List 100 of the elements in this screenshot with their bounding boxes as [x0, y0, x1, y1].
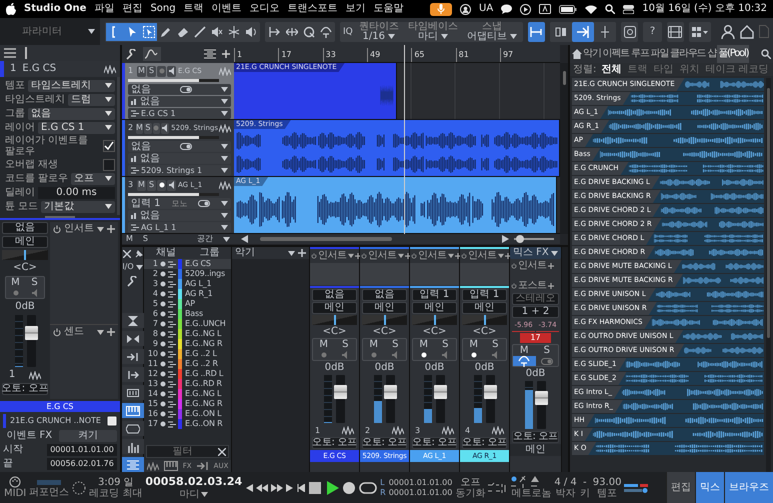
channel-dropdown[interactable]: 없음: [128, 153, 231, 164]
menu-item[interactable]: 도움말: [374, 3, 404, 15]
timebase-dropdown[interactable]: 타임베이스 마디: [404, 22, 461, 42]
browser-tab[interactable]: 풀(Pool): [717, 45, 750, 63]
solo-button[interactable]: S: [147, 66, 156, 76]
channel-row[interactable]: 13 E.G..RD R: [144, 379, 231, 389]
output-selector[interactable]: 메인: [462, 302, 507, 314]
automation-button[interactable]: 오토: 오프: [412, 437, 457, 449]
channel-row[interactable]: 14 E.G..NG L: [144, 389, 231, 399]
solo-button[interactable]: S: [144, 122, 152, 134]
mute-button[interactable]: M: [363, 339, 384, 350]
channel-row[interactable]: 6 Bass: [144, 309, 231, 319]
channel-row[interactable]: 1 E.G CS: [144, 259, 231, 269]
mute-button[interactable]: M: [136, 122, 144, 134]
output-selector[interactable]: 메인: [412, 302, 457, 314]
mix-fx-dropdown[interactable]: 믹스 FX: [510, 247, 561, 259]
automation-button[interactable]: 오토: 오프: [312, 437, 357, 449]
tempo-value[interactable]: 93.00: [592, 476, 622, 488]
help-button[interactable]: ?: [643, 22, 662, 42]
output-selector[interactable]: 메인: [2, 236, 48, 248]
page-button[interactable]: 편집: [666, 472, 695, 503]
menu-item[interactable]: 트랜스포트: [288, 3, 338, 15]
dropdown[interactable]: 없음: [28, 108, 115, 120]
input-dropdown[interactable]: 없음: [128, 84, 231, 95]
mute-button[interactable]: M: [137, 66, 146, 76]
input-selector[interactable]: 스테레오: [512, 293, 559, 305]
value-field[interactable]: 00001.01.01.00: [47, 444, 117, 456]
mute-button[interactable]: M: [513, 345, 536, 356]
solo-button[interactable]: S: [384, 339, 406, 350]
automation-button[interactable]: 오토: 오프: [2, 383, 48, 395]
channel-row[interactable]: 8 E.G..NG L: [144, 329, 231, 339]
dropdown[interactable]: 타임스트레치: [28, 80, 115, 92]
io-label[interactable]: I/O: [122, 261, 134, 273]
key-value[interactable]: -: [582, 476, 587, 488]
value-field[interactable]: 0.00 ms: [38, 186, 115, 198]
browser-tab[interactable]: 클라우드: [669, 45, 706, 63]
time-signature[interactable]: 4 / 4: [554, 476, 577, 488]
loop-end[interactable]: 00001.01.01.00: [388, 488, 452, 498]
solo-button[interactable]: S: [25, 277, 44, 288]
solo-button[interactable]: S: [484, 339, 506, 350]
automation-button[interactable]: 오토: 오프: [512, 431, 559, 443]
mute-button[interactable]: M: [313, 339, 334, 350]
app-menu[interactable]: Studio One: [24, 3, 86, 15]
solo-button[interactable]: S: [334, 339, 356, 350]
menu-item[interactable]: 파일: [94, 3, 114, 15]
page-button[interactable]: 믹스: [695, 472, 724, 503]
dropdown[interactable]: 기본값: [41, 200, 115, 212]
channel-row[interactable]: 15 E.G..NG R: [144, 399, 231, 409]
channel-row[interactable]: 10 E.G ..2 L: [144, 349, 231, 359]
sync-value[interactable]: 오프: [460, 476, 480, 488]
browser-tab[interactable]: 샵: [706, 45, 718, 63]
layer-dropdown[interactable]: 5209. Strings 1: [128, 165, 231, 176]
mute-button[interactable]: M: [6, 277, 25, 288]
channel-row[interactable]: 17 E.G..ON R: [144, 419, 231, 429]
browser-tab[interactable]: 악기: [582, 45, 602, 63]
automation-button[interactable]: 오토: 오프: [462, 437, 507, 449]
channel-row[interactable]: 16 E.G..ON L: [144, 409, 231, 419]
input-dropdown[interactable]: 없음: [128, 141, 231, 152]
input-selector[interactable]: 입력 1: [462, 289, 507, 301]
dropdown[interactable]: 드럼: [68, 94, 115, 106]
automation-button[interactable]: 오토: 오프: [362, 437, 407, 449]
enable-button[interactable]: 켜기: [58, 430, 117, 442]
mute-button[interactable]: M: [463, 339, 484, 350]
channel-dropdown[interactable]: 없음: [128, 210, 231, 221]
filter-field[interactable]: 필터: [146, 445, 229, 458]
input-selector[interactable]: 입력 1: [412, 289, 457, 301]
layer-dropdown[interactable]: E.G CS 1: [128, 108, 231, 119]
input-selector[interactable]: 없음: [312, 289, 357, 301]
position-unit[interactable]: 마디: [179, 489, 200, 500]
channel-row[interactable]: 11 E.G ..2 R: [144, 359, 231, 369]
menu-item[interactable]: 이벤트: [212, 3, 242, 15]
channel-row[interactable]: 5 AP: [144, 299, 231, 309]
channel-row[interactable]: 3 AG L_1: [144, 279, 231, 289]
channel-row[interactable]: 4 AG R_1: [144, 289, 231, 299]
user-initials[interactable]: UA: [479, 3, 494, 15]
browser-tab[interactable]: 파일: [650, 45, 670, 63]
position-display[interactable]: 00058.02.03.24: [145, 475, 242, 489]
channel-row[interactable]: 12 E.G ..RD L: [144, 369, 231, 379]
menu-item[interactable]: 오디오: [250, 3, 280, 15]
input-selector[interactable]: 없음: [362, 289, 407, 301]
iq-button[interactable]: IQ: [343, 22, 353, 40]
channel-row[interactable]: 9 E.G..NG R: [144, 339, 231, 349]
solo-button[interactable]: S: [147, 180, 156, 190]
channel-row[interactable]: 7 E.G..UNCH: [144, 319, 231, 329]
channel-dropdown[interactable]: 없음: [128, 96, 231, 107]
layer-dropdown[interactable]: AG L_1 1: [128, 222, 231, 233]
parameter-field[interactable]: 파라미터: [0, 18, 100, 45]
dropdown[interactable]: E.G CS 1: [38, 122, 115, 134]
clock[interactable]: 10월 16일 (수) 오후 10:32: [642, 3, 767, 15]
quantize-dropdown[interactable]: 퀀타이즈 1/16: [356, 22, 402, 42]
input-selector[interactable]: 없음: [2, 222, 48, 234]
event-fx-tab[interactable]: 이벤트 FX: [3, 430, 56, 442]
mute-button[interactable]: M: [413, 339, 434, 350]
channel-row[interactable]: 2 5209..ings: [144, 269, 231, 279]
input-dropdown[interactable]: 입력 1 모노: [128, 198, 231, 209]
page-button[interactable]: 브라우즈: [724, 472, 773, 503]
menu-item[interactable]: 보기: [346, 3, 366, 15]
output-selector[interactable]: 1 + 2: [512, 306, 559, 318]
solo-button[interactable]: S: [536, 345, 558, 356]
solo-button[interactable]: S: [434, 339, 456, 350]
